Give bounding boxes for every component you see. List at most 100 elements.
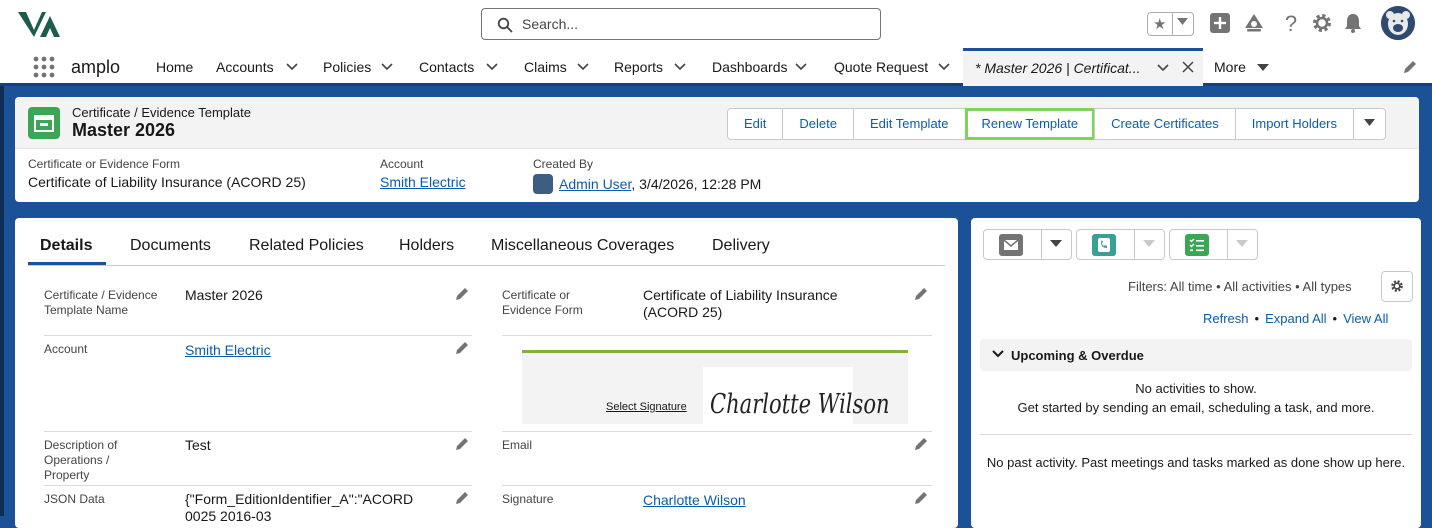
signature-field-label: Signature (502, 492, 554, 506)
user-avatar-icon (533, 174, 553, 194)
nav-item-reports[interactable]: Reports (614, 48, 686, 86)
nav-item-quote-request[interactable]: Quote Request (834, 48, 950, 86)
notifications-bell-icon[interactable] (1342, 12, 1364, 34)
edit-pencil-icon[interactable] (914, 491, 928, 505)
chevron-down-icon[interactable] (1143, 240, 1155, 248)
edit-pencil-icon[interactable] (455, 287, 469, 301)
created-by-user-link[interactable]: Admin User (559, 176, 631, 192)
nav-item-label: Home (156, 59, 194, 75)
account-link[interactable]: Smith Electric (380, 174, 466, 190)
chevron-down-icon[interactable] (938, 63, 950, 71)
global-search[interactable] (481, 8, 881, 40)
chevron-down-icon[interactable] (381, 63, 393, 71)
nav-item-dashboards[interactable]: Dashboards (712, 48, 807, 86)
svg-text:?: ? (1285, 12, 1297, 34)
chevron-down-icon (992, 350, 1004, 358)
edit-nav-pencil-icon[interactable] (1403, 60, 1417, 74)
trailhead-icon[interactable] (1243, 12, 1265, 34)
star-icon[interactable]: ★ (1153, 15, 1166, 33)
description-field-label: Description of Operations / Property (44, 438, 118, 482)
user-avatar[interactable] (1381, 6, 1415, 40)
signature-image: Charlotte Wilson (703, 367, 890, 424)
chevron-down-icon[interactable] (674, 63, 686, 71)
created-date: , 3/4/2026, 12:28 PM (631, 176, 762, 192)
detail-tabs: Details Documents Related Policies Holde… (28, 218, 945, 266)
tab-details[interactable]: Details (40, 237, 92, 255)
tab-documents[interactable]: Documents (130, 237, 211, 255)
edit-pencil-icon[interactable] (455, 341, 469, 355)
email-icon (999, 234, 1023, 256)
certificate-template-icon (28, 107, 60, 139)
form-field-label: Certificate or Evidence Form (502, 288, 583, 317)
details-card: Details Documents Related Policies Holde… (15, 218, 958, 528)
edit-pencil-icon[interactable] (455, 491, 469, 505)
help-icon[interactable]: ? (1280, 12, 1302, 34)
chevron-down-icon[interactable] (1050, 240, 1062, 248)
more-actions-button[interactable] (1353, 108, 1387, 140)
nav-tab-active-record[interactable]: * Master 2026 | Certificat... (963, 48, 1203, 86)
nav-item-claims[interactable]: Claims (524, 48, 589, 86)
new-task-button[interactable] (1169, 229, 1258, 260)
no-past-activity-text: No past activity. Past meetings and task… (986, 455, 1406, 470)
tab-related-policies[interactable]: Related Policies (249, 237, 364, 255)
refresh-link[interactable]: Refresh (1203, 311, 1249, 326)
import-holders-button[interactable]: Import Holders (1234, 108, 1355, 140)
tab-delivery[interactable]: Delivery (712, 237, 770, 255)
amplo-logo[interactable] (18, 10, 60, 38)
favorites-menu-icon[interactable] (1177, 18, 1188, 26)
nav-item-label: Reports (614, 59, 664, 75)
log-call-button[interactable] (1076, 229, 1165, 260)
account-field-label: Account (44, 342, 88, 356)
gear-icon[interactable] (1311, 12, 1333, 34)
account-field-link[interactable]: Smith Electric (185, 342, 271, 358)
edit-button[interactable]: Edit (727, 108, 784, 140)
chevron-down-icon[interactable] (1236, 240, 1248, 248)
search-input[interactable] (520, 14, 870, 34)
renew-template-button[interactable]: Renew Template (964, 108, 1096, 140)
tab-miscellaneous-coverages[interactable]: Miscellaneous Coverages (491, 237, 674, 255)
edit-pencil-icon[interactable] (914, 287, 928, 301)
nav-item-more[interactable]: More (1214, 48, 1269, 86)
field-label: Account (380, 157, 424, 171)
add-icon[interactable] (1209, 12, 1231, 34)
chevron-down-icon[interactable] (577, 63, 589, 71)
app-launcher-icon[interactable] (33, 56, 55, 78)
record-title: Master 2026 (72, 120, 176, 140)
nav-item-contacts[interactable]: Contacts (419, 48, 498, 86)
field-label: Created By (533, 157, 594, 171)
chevron-down-icon[interactable] (795, 63, 807, 71)
create-certificates-button[interactable]: Create Certificates (1094, 108, 1236, 140)
upcoming-overdue-section[interactable]: Upcoming & Overdue (980, 339, 1412, 371)
select-signature-link[interactable]: Select Signature (606, 401, 687, 413)
expand-all-link[interactable]: Expand All (1265, 311, 1326, 326)
favorites-button-group[interactable]: ★ (1147, 12, 1194, 36)
delete-button[interactable]: Delete (782, 108, 854, 140)
field-value: Certificate of Liability Insurance (ACOR… (28, 174, 306, 190)
nav-item-home[interactable]: Home (156, 48, 193, 86)
nav-item-policies[interactable]: Policies (323, 48, 393, 86)
active-tab-label: * Master 2026 | Certificat... (975, 60, 1141, 76)
activity-settings-button[interactable] (1381, 271, 1413, 302)
nav-item-label: Policies (323, 59, 372, 75)
close-icon[interactable] (1182, 61, 1194, 73)
get-started-text: Get started by sending an email, schedul… (1017, 400, 1375, 415)
tab-holders[interactable]: Holders (399, 237, 454, 255)
view-all-link[interactable]: View All (1343, 311, 1388, 326)
email-action-button[interactable] (983, 229, 1072, 260)
chevron-down-icon[interactable] (486, 63, 498, 71)
nav-item-label: Accounts (216, 59, 274, 75)
nav-item-label: Dashboards (712, 59, 788, 75)
form-field-value: Certificate of Liability Insurance (ACOR… (643, 287, 838, 320)
nav-item-accounts[interactable]: Accounts (216, 48, 298, 86)
edit-pencil-icon[interactable] (455, 437, 469, 451)
edit-template-button[interactable]: Edit Template (852, 108, 966, 140)
nav-item-label: More (1214, 59, 1246, 75)
chevron-down-icon[interactable] (1157, 64, 1169, 72)
object-type-label: Certificate / Evidence Template (72, 105, 251, 120)
more-menu-icon[interactable] (1257, 64, 1269, 72)
name-field-value: Master 2026 (185, 287, 263, 303)
signature-field-link[interactable]: Charlotte Wilson (643, 492, 746, 508)
edit-pencil-icon[interactable] (914, 437, 928, 451)
chevron-down-icon[interactable] (286, 63, 298, 71)
description-field-value: Test (185, 437, 211, 453)
